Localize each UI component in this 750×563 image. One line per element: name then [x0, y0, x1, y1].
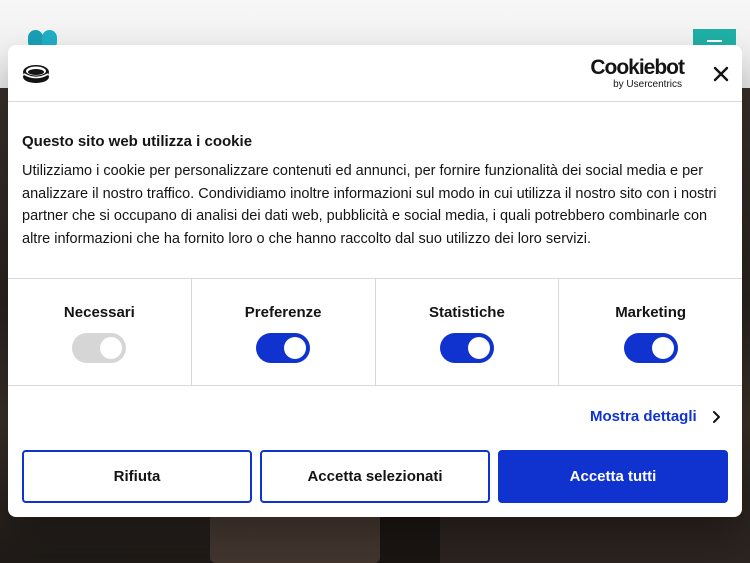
toggle-statistiche[interactable]: [439, 333, 494, 363]
cookie-icon: [23, 65, 49, 83]
toggle-preferenze[interactable]: [256, 333, 311, 363]
dialog-header: Cookiebot by Usercentrics: [8, 45, 742, 102]
accept-all-button[interactable]: Accetta tutti: [498, 450, 728, 503]
cookiebot-logo: Cookiebot by Usercentrics: [584, 56, 685, 91]
consent-categories: Necessari Preferenze Statistiche Marketi…: [8, 278, 742, 386]
show-details-label: Mostra dettagli: [590, 408, 697, 425]
close-button[interactable]: [708, 61, 734, 87]
show-details-link[interactable]: Mostra dettagli: [590, 408, 721, 425]
toggle-marketing[interactable]: [623, 333, 678, 363]
category-label: Statistiche: [428, 304, 505, 321]
toggle-necessari: [72, 333, 127, 363]
category-marketing: Marketing: [559, 279, 742, 385]
accept-selected-button[interactable]: Accetta selezionati: [260, 450, 490, 503]
dialog-body-text: Utilizziamo i cookie per personalizzare …: [22, 163, 717, 247]
close-icon: [713, 66, 729, 82]
category-label: Preferenze: [244, 304, 322, 321]
category-label: Marketing: [615, 304, 687, 321]
reject-button[interactable]: Rifiuta: [22, 450, 252, 503]
cookie-consent-dialog: Cookiebot by Usercentrics Questo sito we…: [8, 45, 742, 517]
category-necessari: Necessari: [8, 279, 192, 385]
chevron-right-icon: [712, 410, 720, 423]
cookiebot-brand-name: Cookiebot: [590, 56, 685, 79]
category-statistiche: Statistiche: [376, 279, 560, 385]
cookiebot-brand-by: by Usercentrics: [613, 79, 682, 90]
dialog-title: Questo sito web utilizza i cookie: [22, 133, 253, 150]
category-preferenze: Preferenze: [192, 279, 376, 385]
category-label: Necessari: [63, 304, 135, 321]
